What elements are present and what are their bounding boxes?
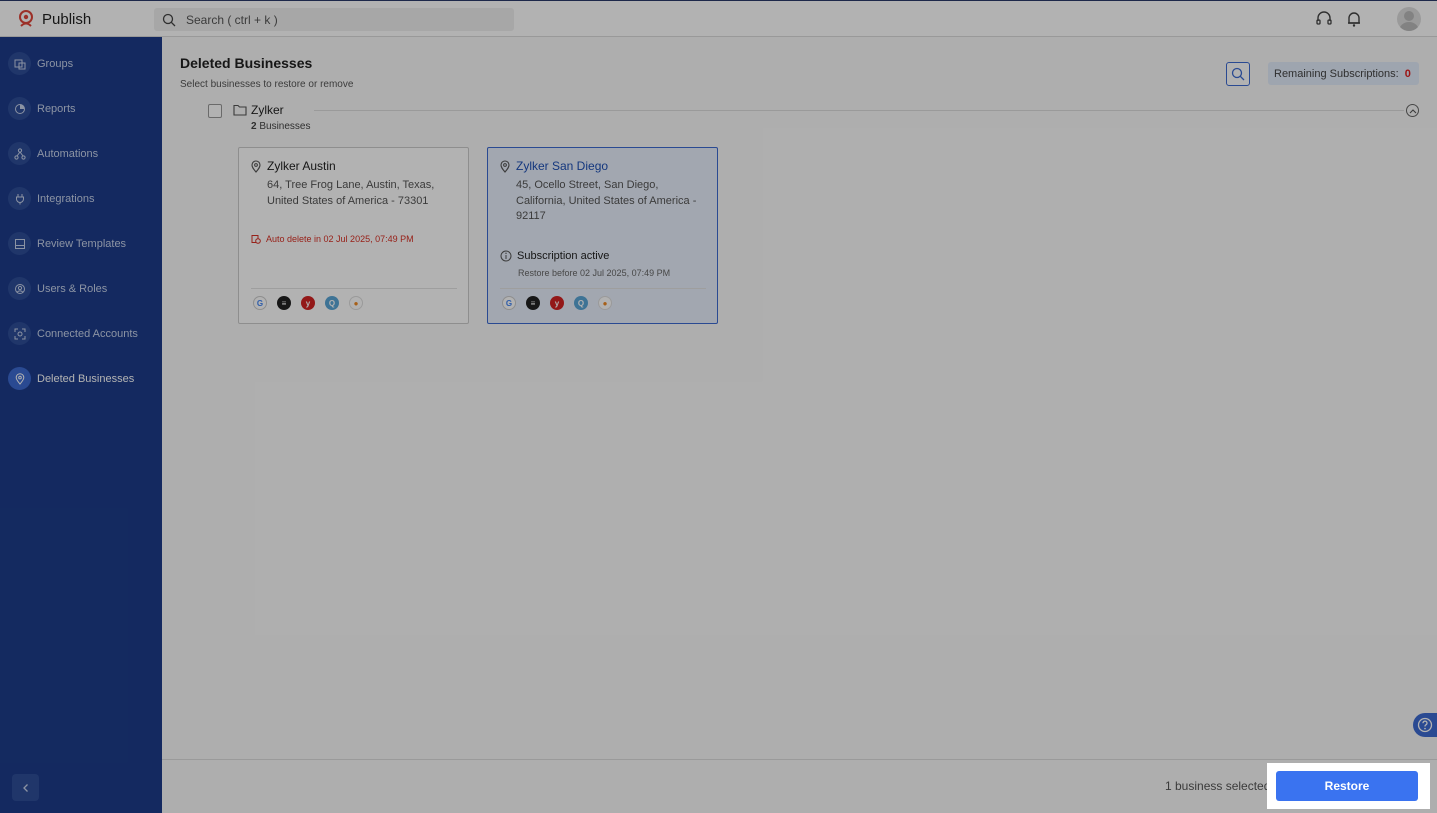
automations-icon	[8, 142, 31, 165]
restore-button-highlight: Restore	[1267, 763, 1430, 809]
collapse-group-button[interactable]	[1406, 104, 1419, 117]
info-icon	[500, 250, 512, 262]
sidebar-item-label: Integrations	[37, 193, 95, 205]
business-name: Zylker San Diego	[516, 159, 609, 173]
location-pin-icon	[8, 367, 31, 390]
remaining-subscriptions-count: 0	[1404, 67, 1411, 80]
notification-bell-icon[interactable]	[1345, 10, 1363, 28]
search-placeholder: Search ( ctrl + k )	[186, 12, 278, 27]
sidebar-item-label: Groups	[37, 58, 74, 70]
quora-icon: Q	[325, 296, 339, 310]
sidebar-item-groups[interactable]: Groups	[0, 49, 162, 79]
card-divider	[500, 288, 706, 289]
sidebar-item-deleted-businesses[interactable]: Deleted Businesses	[0, 364, 162, 394]
integrations-icon	[8, 187, 31, 210]
main-content: Deleted Businesses Select businesses to …	[162, 37, 1437, 759]
sidebar-item-reports[interactable]: Reports	[0, 94, 162, 124]
selection-count-text: 1 business selected	[1165, 779, 1271, 793]
help-icon	[1417, 717, 1433, 733]
restore-before-text: Restore before 02 Jul 2025, 07:49 PM	[518, 268, 671, 278]
sidebar-item-label: Connected Accounts	[37, 328, 138, 340]
sidebar-item-label: Review Templates	[37, 238, 127, 250]
group-name: Zylker	[251, 103, 284, 117]
yelp-icon: y	[550, 296, 564, 310]
google-icon: G	[253, 296, 267, 310]
group-select-checkbox[interactable]	[208, 104, 222, 118]
channel-icons: G ≡ y Q ●	[502, 296, 612, 310]
page-title: Deleted Businesses	[180, 55, 313, 71]
location-pin-icon	[500, 160, 510, 173]
auto-delete-text: Auto delete in 02 Jul 2025, 07:49 PM	[266, 234, 414, 244]
sidebar: Groups Reports Automations Integrations …	[0, 37, 162, 813]
sidebar-item-connected-accounts[interactable]: Connected Accounts	[0, 319, 162, 349]
app-name: Publish	[42, 10, 92, 28]
group-divider	[314, 110, 1404, 111]
avatar-icon	[1399, 11, 1419, 31]
sidebar-item-users-roles[interactable]: Users & Roles	[0, 274, 162, 304]
business-card[interactable]: Zylker Austin 64, Tree Frog Lane, Austin…	[238, 147, 469, 324]
app-logo[interactable]: Publish	[16, 9, 91, 29]
global-search-input[interactable]: Search ( ctrl + k )	[154, 8, 514, 31]
page-subtitle: Select businesses to restore or remove	[180, 79, 354, 90]
search-icon	[1231, 67, 1245, 81]
collapse-sidebar-button[interactable]	[12, 774, 39, 801]
remaining-subscriptions-badge: Remaining Subscriptions: 0	[1268, 62, 1419, 85]
publish-logo-icon	[19, 10, 33, 27]
reports-icon	[8, 97, 31, 120]
chevron-up-icon	[1409, 108, 1416, 113]
folder-icon	[233, 104, 247, 116]
subscription-status-text: Subscription active	[517, 250, 610, 262]
group-business-count: 2 Businesses	[251, 121, 310, 132]
card-divider	[251, 288, 457, 289]
sidebar-item-review-templates[interactable]: Review Templates	[0, 229, 162, 259]
review-templates-icon	[8, 232, 31, 255]
auto-delete-notice: Auto delete in 02 Jul 2025, 07:49 PM	[251, 234, 414, 244]
auto-delete-icon	[251, 235, 261, 244]
user-avatar[interactable]	[1397, 7, 1421, 31]
business-address: 45, Ocello Street, San Diego, California…	[516, 179, 697, 222]
sidebar-item-label: Reports	[37, 103, 76, 115]
yelp-icon: y	[301, 296, 315, 310]
help-button[interactable]	[1413, 713, 1437, 737]
sidebar-item-label: Users & Roles	[37, 283, 108, 295]
remaining-subscriptions-label: Remaining Subscriptions:	[1274, 67, 1399, 80]
google-icon: G	[502, 296, 516, 310]
sidebar-item-integrations[interactable]: Integrations	[0, 184, 162, 214]
top-bar: Publish Search ( ctrl + k )	[0, 0, 1437, 37]
maps-pin-icon: ●	[349, 296, 363, 310]
apple-business-icon: ≡	[526, 296, 540, 310]
business-name: Zylker Austin	[267, 159, 336, 173]
business-card-selected[interactable]: Zylker San Diego 45, Ocello Street, San …	[487, 147, 718, 324]
search-businesses-button[interactable]	[1226, 62, 1250, 86]
sidebar-item-label: Automations	[37, 148, 99, 160]
subscription-status: Subscription active	[500, 250, 609, 262]
connected-accounts-icon	[8, 322, 31, 345]
groups-icon	[8, 52, 31, 75]
channel-icons: G ≡ y Q ●	[253, 296, 363, 310]
sidebar-item-label: Deleted Businesses	[37, 373, 135, 385]
users-roles-icon	[8, 277, 31, 300]
location-pin-icon	[251, 160, 261, 173]
chevron-left-icon	[22, 783, 28, 792]
business-address: 64, Tree Frog Lane, Austin, Texas, Unite…	[267, 179, 435, 207]
maps-pin-icon: ●	[598, 296, 612, 310]
apple-business-icon: ≡	[277, 296, 291, 310]
quora-icon: Q	[574, 296, 588, 310]
restore-button[interactable]: Restore	[1276, 771, 1418, 801]
sidebar-item-automations[interactable]: Automations	[0, 139, 162, 169]
group-count-suffix: Businesses	[256, 121, 311, 132]
search-icon	[162, 13, 176, 26]
support-headset-icon[interactable]	[1315, 10, 1333, 28]
action-footer: 1 business selected	[162, 759, 1437, 813]
